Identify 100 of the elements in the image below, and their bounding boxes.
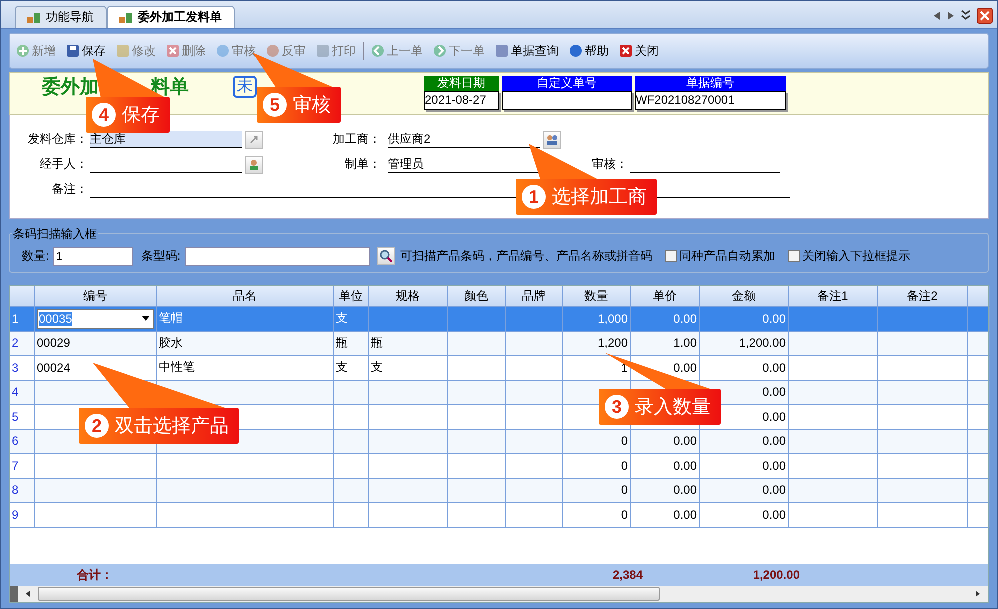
scroll-left-icon[interactable]	[933, 11, 941, 21]
input-field[interactable]: 主仓库	[90, 131, 242, 148]
help-button[interactable]: 帮助	[566, 40, 612, 62]
tab[interactable]: 委外加工发料单	[107, 6, 235, 28]
table-cell: 1.00	[631, 332, 700, 355]
checkbox-box[interactable]	[788, 250, 800, 262]
form-title: 料单	[151, 77, 189, 97]
quantity-field[interactable]: 1	[53, 246, 134, 266]
table-cell: 0.00	[631, 478, 700, 502]
column-header[interactable]: 数量	[563, 286, 631, 306]
save-button[interactable]: 保存	[63, 40, 109, 62]
table-row[interactable]: 2 00029 胶水 瓶 瓶 1,200 1.00 1,200.00	[10, 332, 988, 356]
group-title: 条码扫描输入框	[12, 226, 98, 243]
checkbox[interactable]: 同种产品自动累加	[664, 248, 776, 264]
field-label: 单据编号	[635, 76, 786, 91]
table-cell: 0	[563, 454, 631, 478]
table-row[interactable]: 8 0 0.00 0.00	[10, 478, 988, 503]
plus-icon	[16, 44, 30, 58]
checkbox-box[interactable]	[664, 250, 677, 262]
horizontal-scrollbar[interactable]	[10, 586, 988, 602]
table-row[interactable]: 1 00035 笔帽 支 1,000 0.00 0.00	[10, 307, 988, 332]
input-field[interactable]	[502, 91, 632, 110]
close-icon[interactable]	[977, 8, 993, 24]
row-number: 3	[10, 356, 35, 380]
field-label: 制单：	[344, 156, 382, 173]
table-cell: 0.00	[631, 454, 700, 478]
table-cell: 0.00	[700, 356, 789, 380]
table-cell: 0.00	[631, 430, 700, 453]
field-label: 审核：	[591, 156, 629, 173]
form-title: 委外加	[42, 77, 99, 97]
query-button[interactable]: 单据查询	[492, 40, 562, 62]
callout-tooltip: 4 保存	[86, 97, 170, 133]
table-cell: 瓶	[369, 332, 448, 355]
field-label: 备注：	[51, 181, 89, 198]
table-cell: 0	[563, 430, 631, 453]
table-cell: 支	[334, 307, 369, 330]
field-label: 发料仓库：	[27, 131, 89, 148]
scroll-right-icon[interactable]	[947, 11, 955, 21]
field-label: 自定义单号	[502, 76, 632, 91]
field-label: 发料日期	[424, 76, 499, 91]
table-cell: 0.00	[700, 454, 789, 478]
column-header[interactable]: 备注1	[789, 286, 878, 306]
column-header[interactable]: 编号	[35, 286, 157, 306]
column-header[interactable]: 颜色	[448, 286, 506, 306]
column-header[interactable]: 规格	[369, 286, 448, 306]
table-cell: 支	[334, 356, 369, 380]
table-cell: 0.00	[700, 503, 789, 526]
column-header[interactable]: 品名	[157, 286, 334, 306]
input-field[interactable]: 2021-08-27	[424, 91, 499, 110]
tab-icon	[118, 10, 134, 24]
column-header[interactable]: 金额	[700, 286, 789, 306]
search-icon	[378, 249, 393, 263]
callout-tooltip: 5 审核	[257, 87, 341, 123]
row-number: 7	[10, 454, 35, 478]
table-cell: 0.00	[631, 503, 700, 526]
prev-icon	[371, 44, 385, 58]
total-quantity: 2,384	[612, 568, 643, 582]
barcode-field[interactable]	[184, 246, 370, 266]
callout-tooltip: 2 双击选择产品	[79, 408, 239, 444]
save-icon	[66, 44, 80, 58]
column-header[interactable]: 单位	[334, 286, 369, 306]
field-label: 数量:	[22, 248, 50, 264]
column-header[interactable]: 品牌	[506, 286, 563, 306]
delete-icon	[166, 44, 180, 58]
table-cell: 0.00	[700, 307, 789, 330]
field-label: 加工商：	[332, 131, 382, 148]
table-row[interactable]: 9 0 0.00 0.00	[10, 503, 988, 528]
scroll-right-icon[interactable]	[974, 590, 982, 598]
table-cell: 0.00	[700, 430, 789, 453]
code-dropdown[interactable]: 00035	[37, 308, 154, 329]
row-number: 8	[10, 478, 35, 502]
table-cell: 1,000	[563, 307, 631, 330]
column-header[interactable]: 备注2	[878, 286, 968, 306]
checkbox[interactable]: 关闭输入下拉框提示	[788, 248, 911, 264]
tab[interactable]: 功能导航	[15, 6, 107, 28]
people-button[interactable]	[543, 130, 561, 148]
row-number: 6	[10, 430, 35, 453]
search-button[interactable]	[376, 247, 395, 265]
hint-text: 可扫描产品条码，产品编号、产品名称或拼音码	[400, 248, 653, 264]
table-cell: 0	[563, 503, 631, 526]
row-number: 2	[10, 332, 35, 355]
person-button[interactable]	[245, 156, 263, 174]
table-cell: 1,200.00	[700, 332, 789, 355]
chevron-down-icon[interactable]	[961, 10, 971, 22]
table-cell: 胶水	[157, 332, 334, 355]
arrow-icon	[249, 134, 259, 144]
close-icon	[619, 44, 633, 58]
column-header[interactable]: 单价	[631, 286, 700, 306]
next-icon	[433, 44, 447, 58]
field-label: 经手人：	[39, 156, 89, 173]
table-cell: 0.00	[631, 307, 700, 330]
scroll-left-icon[interactable]	[24, 590, 32, 598]
row-number: 9	[10, 503, 35, 526]
table-cell: 中性笔	[157, 356, 334, 380]
total-amount: 1,200.00	[752, 568, 800, 582]
input-field[interactable]: WF202108270001	[635, 91, 786, 110]
pick-button[interactable]	[245, 130, 263, 148]
total-label: 合计：	[77, 566, 113, 584]
close-button[interactable]: 关闭	[616, 40, 662, 62]
row-number: 5	[10, 405, 35, 428]
